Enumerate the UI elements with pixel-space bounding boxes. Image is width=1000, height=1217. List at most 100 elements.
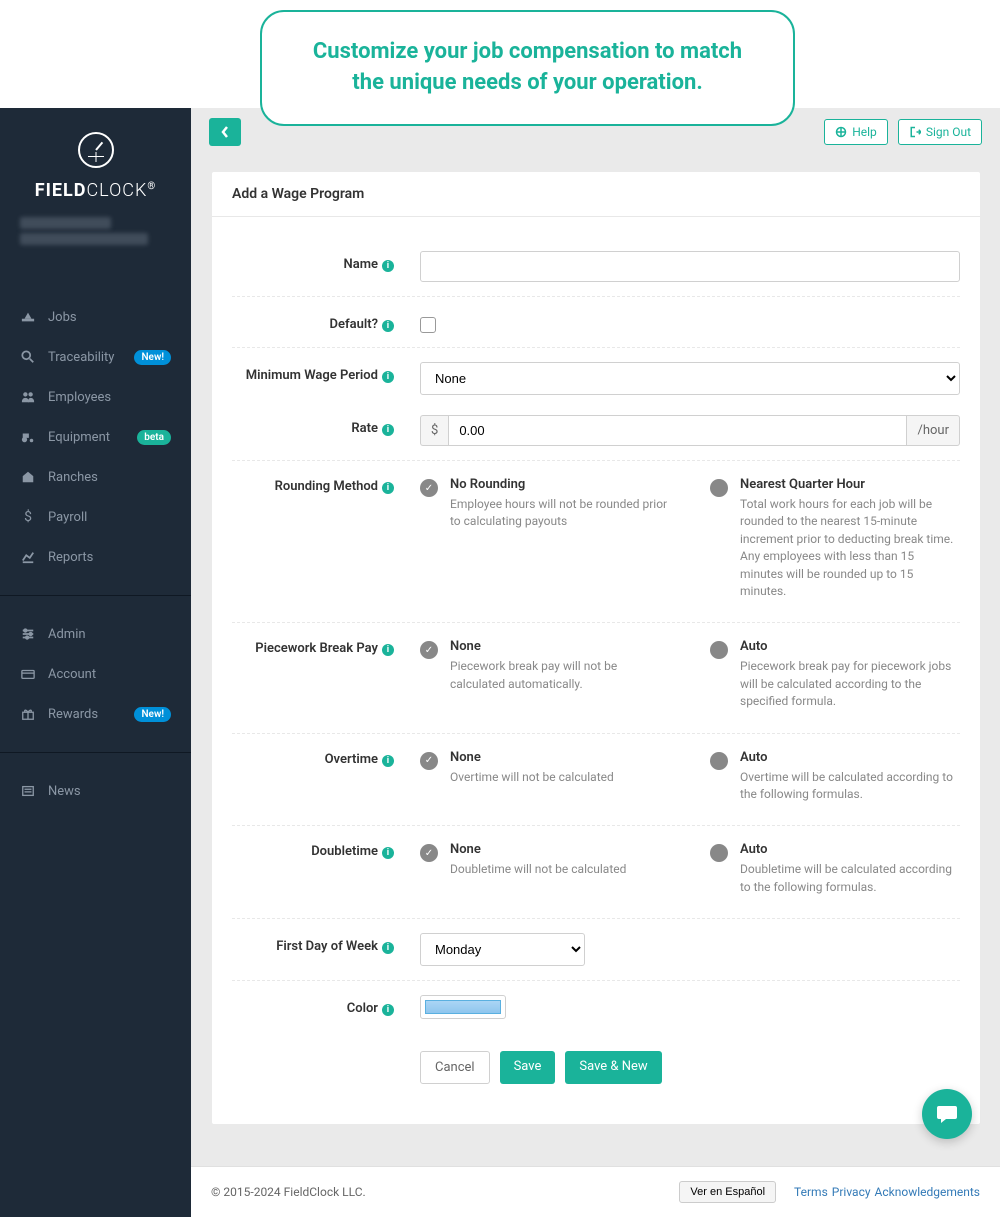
- option-desc: Doubletime will not be calculated: [450, 861, 626, 878]
- info-icon[interactable]: i: [382, 755, 394, 767]
- first-day-select[interactable]: Monday: [420, 933, 585, 966]
- sidebar-item-jobs[interactable]: Jobs: [0, 297, 191, 337]
- info-icon[interactable]: i: [382, 260, 394, 272]
- label-color: Colori: [232, 995, 402, 1016]
- sidebar-item-label: Ranches: [48, 470, 98, 485]
- users-icon: [20, 389, 36, 405]
- label-overtime: Overtimei: [232, 750, 402, 767]
- doubletime-auto-radio[interactable]: [710, 844, 728, 862]
- sidebar-item-admin[interactable]: Admin: [0, 614, 191, 654]
- option-desc: Piecework break pay for piecework jobs w…: [740, 658, 960, 710]
- save-button[interactable]: Save: [500, 1051, 556, 1084]
- back-button[interactable]: [209, 118, 241, 146]
- option-desc: Doubletime will be calculated according …: [740, 861, 960, 896]
- mwp-select[interactable]: None: [420, 362, 960, 395]
- copyright-text: © 2015-2024 FieldClock LLC.: [211, 1185, 366, 1199]
- sidebar-item-equipment[interactable]: Equipment beta: [0, 417, 191, 457]
- option-desc: Overtime will be calculated according to…: [740, 769, 960, 804]
- acknowledgements-link[interactable]: Acknowledgements: [875, 1185, 980, 1199]
- info-icon[interactable]: i: [382, 942, 394, 954]
- help-button[interactable]: Help: [824, 119, 888, 145]
- option-desc: Total work hours for each job will be ro…: [740, 496, 960, 600]
- label-doubletime: Doubletimei: [232, 842, 402, 859]
- brand-logo: FIELDCLOCK®: [0, 108, 191, 213]
- sidebar-user-blurred: [0, 217, 191, 261]
- info-icon[interactable]: i: [382, 371, 394, 383]
- sidebar-item-traceability[interactable]: Traceability New!: [0, 337, 191, 377]
- sidebar-item-account[interactable]: Account: [0, 654, 191, 694]
- sidebar: FIELDCLOCK® Jobs Traceability New! Emplo…: [0, 108, 191, 1217]
- rounding-none-radio[interactable]: ✓: [420, 479, 438, 497]
- logo-icon: [78, 132, 114, 168]
- piecework-auto-radio[interactable]: [710, 641, 728, 659]
- unit-addon: /hour: [907, 415, 960, 446]
- sliders-icon: [20, 626, 36, 642]
- page-title: Add a Wage Program: [232, 186, 960, 202]
- signout-button[interactable]: Sign Out: [898, 119, 982, 145]
- rounding-quarter-radio[interactable]: [710, 479, 728, 497]
- signout-icon: [909, 126, 921, 138]
- sidebar-item-label: Reports: [48, 550, 93, 565]
- sidebar-item-label: Employees: [48, 390, 111, 405]
- gift-icon: [20, 706, 36, 722]
- label-first-day: First Day of Weeki: [232, 933, 402, 954]
- beta-badge: beta: [137, 430, 171, 445]
- option-title: Nearest Quarter Hour: [740, 477, 960, 492]
- label-rate: Ratei: [232, 415, 402, 436]
- info-icon[interactable]: i: [382, 320, 394, 332]
- barn-icon: [20, 469, 36, 485]
- search-icon: [20, 349, 36, 365]
- sidebar-item-rewards[interactable]: Rewards New!: [0, 694, 191, 734]
- option-title: No Rounding: [450, 477, 670, 492]
- chart-icon: [20, 549, 36, 565]
- info-icon[interactable]: i: [382, 424, 394, 436]
- promo-banner: Customize your job compensation to match…: [260, 10, 795, 126]
- privacy-link[interactable]: Privacy: [832, 1185, 871, 1199]
- sidebar-item-label: Jobs: [48, 310, 77, 325]
- help-icon: [835, 126, 847, 138]
- option-title: None: [450, 750, 614, 765]
- info-icon[interactable]: i: [382, 644, 394, 656]
- chat-icon: [935, 1102, 959, 1126]
- info-icon[interactable]: i: [382, 847, 394, 859]
- rate-input[interactable]: [448, 415, 907, 446]
- sidebar-item-label: Payroll: [48, 510, 87, 525]
- sidebar-item-employees[interactable]: Employees: [0, 377, 191, 417]
- language-button[interactable]: Ver en Español: [679, 1181, 776, 1203]
- sidebar-item-payroll[interactable]: $ Payroll: [0, 497, 191, 537]
- color-picker[interactable]: [420, 995, 506, 1019]
- terms-link[interactable]: Terms: [794, 1185, 828, 1199]
- name-input[interactable]: [420, 251, 960, 282]
- currency-addon: $: [420, 415, 448, 446]
- doubletime-none-radio[interactable]: ✓: [420, 844, 438, 862]
- option-title: None: [450, 842, 626, 857]
- sidebar-item-label: News: [48, 784, 81, 799]
- new-badge: New!: [134, 707, 171, 722]
- sidebar-item-reports[interactable]: Reports: [0, 537, 191, 577]
- sidebar-item-label: Account: [48, 667, 96, 682]
- card-icon: [20, 666, 36, 682]
- info-icon[interactable]: i: [382, 482, 394, 494]
- label-default: Default?i: [232, 311, 402, 332]
- overtime-auto-radio[interactable]: [710, 752, 728, 770]
- main-card: Add a Wage Program Namei Default?i Minim…: [212, 172, 980, 1124]
- info-icon[interactable]: i: [382, 1004, 394, 1016]
- piecework-none-radio[interactable]: ✓: [420, 641, 438, 659]
- sidebar-item-label: Equipment: [48, 430, 110, 445]
- save-and-new-button[interactable]: Save & New: [565, 1051, 661, 1084]
- footer: © 2015-2024 FieldClock LLC. Ver en Españ…: [191, 1166, 1000, 1217]
- sidebar-item-label: Rewards: [48, 707, 98, 722]
- option-title: None: [450, 639, 670, 654]
- option-title: Auto: [740, 750, 960, 765]
- default-checkbox[interactable]: [420, 317, 436, 333]
- option-desc: Overtime will not be calculated: [450, 769, 614, 786]
- overtime-none-radio[interactable]: ✓: [420, 752, 438, 770]
- jobs-icon: [20, 309, 36, 325]
- label-rounding: Rounding Methodi: [232, 477, 402, 494]
- option-desc: Piecework break pay will not be calculat…: [450, 658, 670, 693]
- sidebar-item-ranches[interactable]: Ranches: [0, 457, 191, 497]
- cancel-button[interactable]: Cancel: [420, 1051, 490, 1084]
- chat-button[interactable]: [922, 1089, 972, 1139]
- sidebar-item-news[interactable]: News: [0, 771, 191, 811]
- sidebar-item-label: Traceability: [48, 350, 114, 365]
